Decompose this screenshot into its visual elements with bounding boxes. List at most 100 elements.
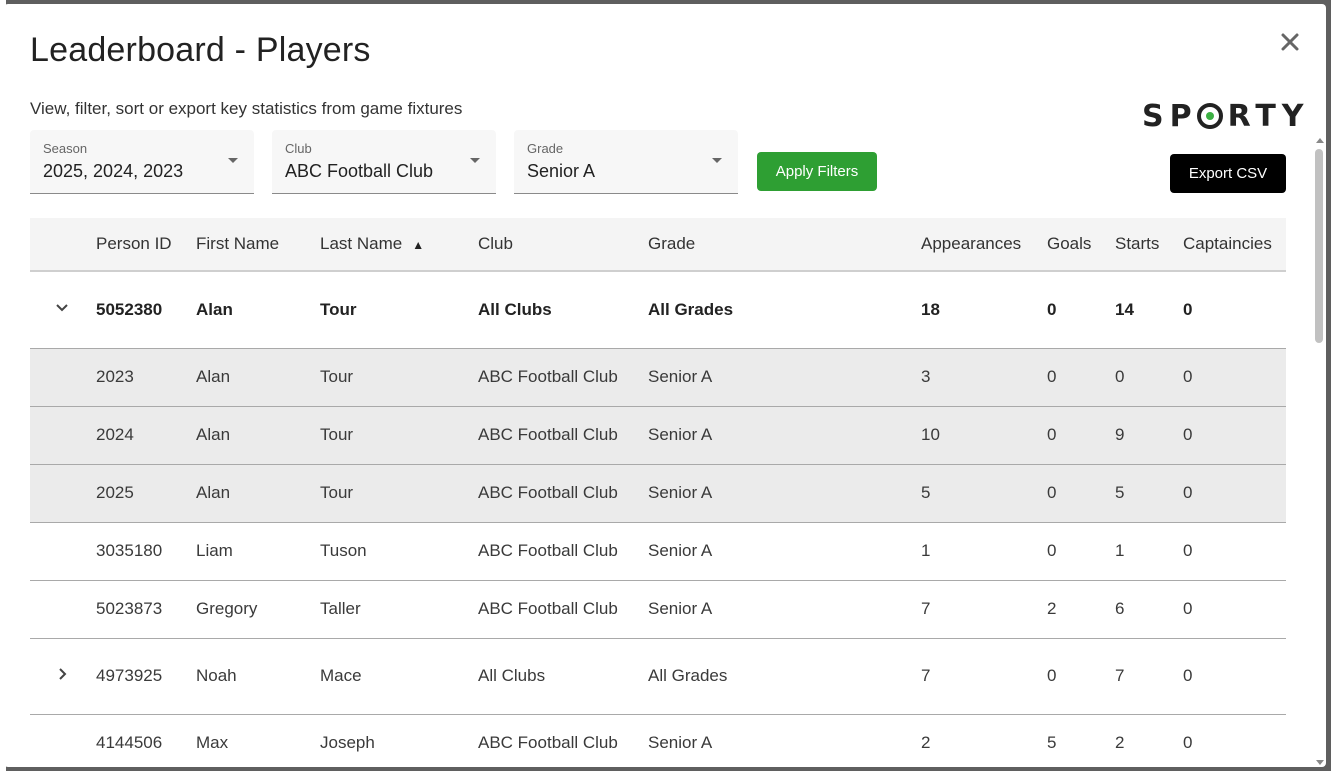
leaderboard-table: Person ID First Name Last Name ▲ Club Gra…: [30, 218, 1286, 767]
cell-starts: 7: [1115, 638, 1183, 715]
expand-cell: [30, 638, 96, 715]
cell-person-id: 5023873: [96, 580, 196, 639]
grade-select[interactable]: Grade Senior A: [514, 130, 738, 194]
cell-club: All Clubs: [478, 271, 648, 349]
cell-starts: 0: [1115, 348, 1183, 407]
cell-grade: Senior A: [648, 406, 921, 465]
cell-last-name: Taller: [320, 580, 478, 639]
cell-person-id: 5052380: [96, 271, 196, 349]
leaderboard-modal: Leaderboard - Players View, filter, sort…: [4, 4, 1326, 767]
close-button[interactable]: [1274, 26, 1306, 58]
vertical-scrollbar[interactable]: [1313, 134, 1326, 767]
cell-goals: 0: [1047, 406, 1115, 465]
cell-grade: Senior A: [648, 464, 921, 523]
cell-grade: Senior A: [648, 522, 921, 581]
cell-club: All Clubs: [478, 638, 648, 715]
cell-appearances: 3: [921, 348, 1047, 407]
apply-filters-button[interactable]: Apply Filters: [757, 152, 877, 191]
chevron-down-icon[interactable]: [54, 299, 70, 315]
cell-goals: 0: [1047, 271, 1115, 349]
column-header-first-name[interactable]: First Name: [196, 218, 320, 272]
cell-first-name: Gregory: [196, 580, 320, 639]
column-header-last-name[interactable]: Last Name ▲: [320, 218, 478, 272]
cell-club: ABC Football Club: [478, 580, 648, 639]
cell-last-name: Tuson: [320, 522, 478, 581]
cell-appearances: 10: [921, 406, 1047, 465]
cell-club: ABC Football Club: [478, 522, 648, 581]
cell-first-name: Alan: [196, 348, 320, 407]
modal-title: Leaderboard - Players: [30, 31, 371, 69]
season-select[interactable]: Season 2025, 2024, 2023: [30, 130, 254, 194]
cell-person-id: 4144506: [96, 714, 196, 767]
scrollbar-thumb[interactable]: [1315, 149, 1323, 343]
table-body: 5052380 Alan Tour All Clubs All Grades 18 0 14 0…: [30, 271, 1286, 767]
column-header-grade[interactable]: Grade: [648, 218, 921, 272]
cell-captaincies: 0: [1183, 464, 1286, 523]
logo-text-right: RTY: [1227, 98, 1310, 134]
season-value: 2025, 2024, 2023: [43, 161, 184, 181]
logo-text-left: SP: [1142, 98, 1198, 134]
expand-cell: [30, 406, 96, 465]
cell-grade: All Grades: [648, 638, 921, 715]
scroll-up-arrow-icon[interactable]: [1316, 138, 1324, 143]
cell-captaincies: 0: [1183, 271, 1286, 349]
cell-goals: 0: [1047, 348, 1115, 407]
expand-cell: [30, 271, 96, 349]
logo-o-icon: [1196, 103, 1223, 129]
cell-last-name: Tour: [320, 406, 478, 465]
expand-cell: [30, 522, 96, 581]
cell-grade: Senior A: [648, 714, 921, 767]
column-header-club[interactable]: Club: [478, 218, 648, 272]
cell-first-name: Alan: [196, 464, 320, 523]
cell-starts: 5: [1115, 464, 1183, 523]
cell-last-name: Tour: [320, 464, 478, 523]
cell-first-name: Alan: [196, 271, 320, 349]
cell-captaincies: 0: [1183, 348, 1286, 407]
cell-appearances: 1: [921, 522, 1047, 581]
table-row[interactable]: 4973925 Noah Mace All Clubs All Grades 7 0 7 0: [30, 638, 1286, 715]
column-header-starts[interactable]: Starts: [1115, 218, 1183, 272]
cell-club: ABC Football Club: [478, 406, 648, 465]
cell-grade: Senior A: [648, 348, 921, 407]
last-name-header-label: Last Name: [320, 234, 403, 253]
dropdown-arrow-icon: [470, 158, 480, 163]
table-row[interactable]: 2024 Alan Tour ABC Football Club Senior A 10 0…: [30, 406, 1286, 465]
cell-goals: 0: [1047, 522, 1115, 581]
grade-value: Senior A: [527, 161, 596, 181]
club-select[interactable]: Club ABC Football Club: [272, 130, 496, 194]
cell-goals: 2: [1047, 580, 1115, 639]
chevron-right-icon[interactable]: [54, 666, 70, 682]
cell-appearances: 2: [921, 714, 1047, 767]
cell-first-name: Liam: [196, 522, 320, 581]
cell-starts: 2: [1115, 714, 1183, 767]
table-row[interactable]: 4144506 Max Joseph ABC Football Club Senior …: [30, 714, 1286, 767]
sort-ascending-icon: ▲: [412, 238, 425, 252]
cell-last-name: Tour: [320, 271, 478, 349]
table-row[interactable]: 2023 Alan Tour ABC Football Club Senior A300…: [30, 348, 1286, 407]
cell-person-id: 2025: [96, 464, 196, 523]
cell-club: ABC Football Club: [478, 348, 648, 407]
scroll-down-arrow-icon[interactable]: [1316, 760, 1324, 765]
cell-starts: 1: [1115, 522, 1183, 581]
close-icon: [1281, 33, 1299, 51]
table-row[interactable]: 3035180 Liam Tuson ABC Football Club Senior …: [30, 522, 1286, 581]
expand-cell: [30, 580, 96, 639]
leaderboard-table-container: Person ID First Name Last Name ▲ Club Gra…: [30, 218, 1286, 767]
table-row[interactable]: 5023873 Gregory Taller ABC Football Club Sen…: [30, 580, 1286, 639]
table-row[interactable]: 5052380 Alan Tour All Clubs All Grades 18 0 14 0: [30, 271, 1286, 349]
club-label: Club: [285, 141, 312, 156]
column-header-goals[interactable]: Goals: [1047, 218, 1115, 272]
table-row[interactable]: 2025 Alan Tour ABC Football Club Senior A505…: [30, 464, 1286, 523]
cell-captaincies: 0: [1183, 714, 1286, 767]
export-csv-button[interactable]: Export CSV: [1170, 154, 1286, 193]
column-header-appearances[interactable]: Appearances: [921, 218, 1047, 272]
cell-starts: 14: [1115, 271, 1183, 349]
cell-appearances: 7: [921, 580, 1047, 639]
column-header-person-id[interactable]: Person ID: [96, 218, 196, 272]
cell-goals: 0: [1047, 638, 1115, 715]
cell-captaincies: 0: [1183, 580, 1286, 639]
table-header-row: Person ID First Name Last Name ▲ Club Gra…: [30, 218, 1286, 272]
dropdown-arrow-icon: [712, 158, 722, 163]
cell-appearances: 7: [921, 638, 1047, 715]
column-header-captaincies[interactable]: Captaincies: [1183, 218, 1286, 272]
